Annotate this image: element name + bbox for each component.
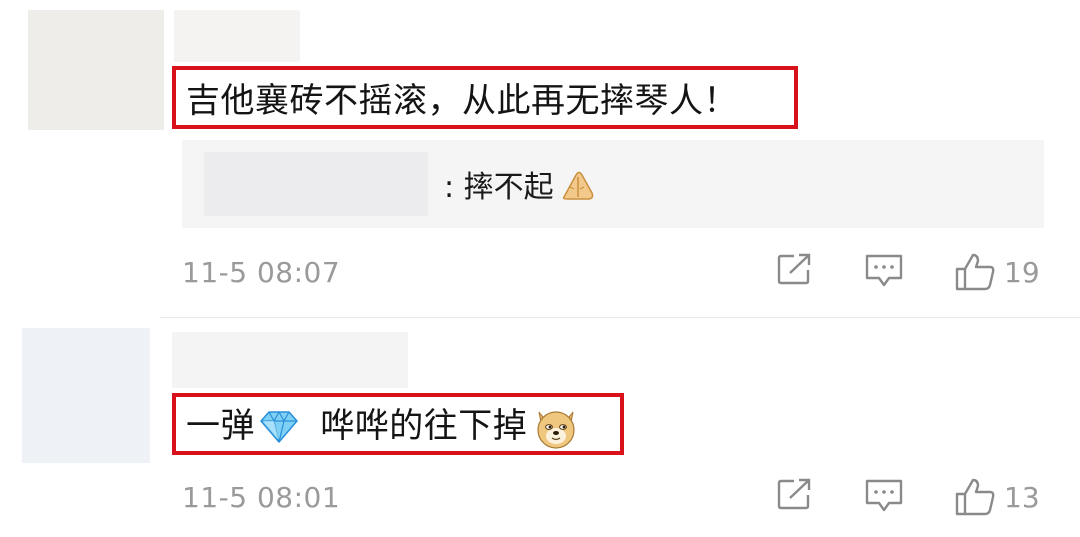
like-count: 19 — [1004, 255, 1040, 289]
comment-text: 吉他襄砖不摇滚，从此再无摔琴人！ — [186, 81, 738, 121]
reply-preview[interactable]: : 摔不起 — [182, 140, 1044, 228]
folded-hands-emoji — [562, 171, 593, 200]
reply-username-blurred[interactable] — [204, 152, 428, 216]
avatar[interactable] — [28, 10, 164, 130]
diamond-emoji — [260, 411, 298, 443]
share-button[interactable] — [776, 477, 814, 511]
username-blurred[interactable] — [172, 332, 408, 388]
comment-highlight-box: 一弹 哗哗的往下掉 — [172, 393, 624, 455]
comment-text: 一弹 哗哗的往下掉 — [186, 398, 579, 451]
thumbs-up-icon — [955, 478, 995, 516]
share-icon — [777, 253, 811, 285]
share-icon — [777, 478, 811, 510]
comment-icon — [865, 479, 903, 512]
reply-text: : 摔不起 — [444, 170, 554, 205]
comment-footer: 11-5 08:01 13 — [0, 473, 1080, 523]
avatar[interactable] — [22, 328, 150, 463]
thumbs-up-icon — [955, 253, 995, 291]
comment-highlight-box: 吉他襄砖不摇滚，从此再无摔琴人！ — [172, 66, 798, 129]
like-button[interactable]: 13 — [954, 477, 1040, 517]
comment-item: 一弹 哗哗的往下掉 11-5 08:01 13 — [0, 318, 1080, 537]
comment-footer: 11-5 08:07 19 — [0, 248, 1080, 298]
reply-button[interactable] — [864, 252, 904, 290]
like-button[interactable]: 19 — [954, 252, 1040, 292]
username-blurred[interactable] — [174, 10, 300, 62]
comment-icon — [865, 254, 903, 287]
comment-text-part2: 哗哗的往下掉 — [309, 405, 528, 446]
share-button[interactable] — [776, 252, 814, 286]
reply-button[interactable] — [864, 477, 904, 515]
reply-content: : 摔不起 — [444, 140, 598, 228]
doge-emoji — [537, 411, 575, 449]
comment-item: 吉他襄砖不摇滚，从此再无摔琴人！ : 摔不起 11-5 08:07 19 — [0, 0, 1080, 318]
timestamp: 11-5 08:07 — [182, 256, 341, 289]
like-count: 13 — [1004, 480, 1040, 514]
timestamp: 11-5 08:01 — [182, 481, 341, 514]
comment-text-part1: 一弹 — [186, 405, 255, 446]
